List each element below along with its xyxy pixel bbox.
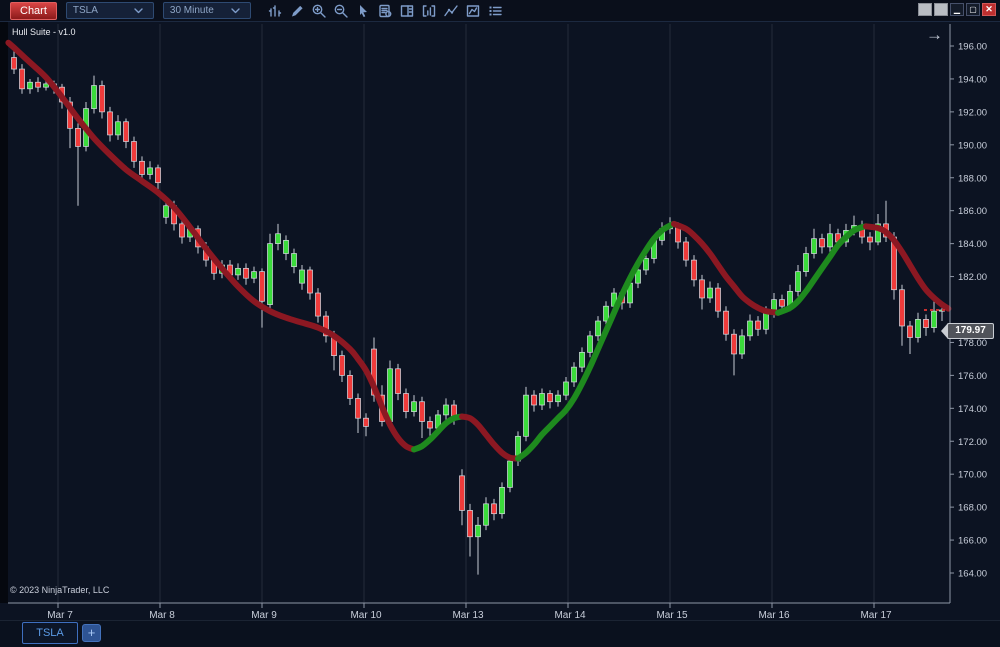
svg-text:178.00: 178.00 xyxy=(958,338,987,349)
svg-text:Mar 9: Mar 9 xyxy=(251,610,277,620)
svg-text:186.00: 186.00 xyxy=(958,206,987,217)
maximize-button[interactable]: ▢ xyxy=(966,3,980,16)
svg-text:172.00: 172.00 xyxy=(958,437,987,448)
chart-panel[interactable]: Mar 7 Mar 8 Mar 9 Mar 10 Mar 13 Mar 14 Mar 15 M… xyxy=(0,22,1000,620)
svg-text:Mar 13: Mar 13 xyxy=(452,610,484,620)
svg-text:190.00: 190.00 xyxy=(958,140,987,151)
chart-svg[interactable]: Mar 7 Mar 8 Mar 9 Mar 10 Mar 13 Mar 14 Mar 15 M… xyxy=(0,22,1000,620)
svg-text:Mar 8: Mar 8 xyxy=(149,610,175,620)
toolbar: Chart TSLA 30 Minute xyxy=(0,0,1000,22)
draw-pencil-icon[interactable] xyxy=(289,2,306,19)
interval-dropdown[interactable]: 30 Minute xyxy=(163,2,251,19)
zoom-in-icon[interactable] xyxy=(311,2,328,19)
svg-text:196.00: 196.00 xyxy=(958,42,987,53)
cursor-icon[interactable] xyxy=(355,2,372,19)
toolbar-icons xyxy=(267,2,504,19)
window-blank-button-1[interactable] xyxy=(918,3,932,16)
copyright-text: © 2023 NinjaTrader, LLC xyxy=(10,585,109,595)
window-blank-button-2[interactable] xyxy=(934,3,948,16)
last-price-tag: 179.97 xyxy=(941,323,994,339)
svg-text:Mar 17: Mar 17 xyxy=(860,610,892,620)
chevron-down-icon xyxy=(130,2,147,19)
go-to-latest-arrow-icon[interactable]: → xyxy=(926,26,943,44)
svg-text:168.00: 168.00 xyxy=(958,503,987,514)
tab-tsla[interactable]: TSLA xyxy=(22,622,78,644)
svg-text:164.00: 164.00 xyxy=(958,569,987,580)
symbol-dropdown[interactable]: TSLA xyxy=(66,2,154,19)
indicator-label: Hull Suite - v1.0 xyxy=(12,27,76,37)
chart-window: Chart TSLA 30 Minute xyxy=(0,0,1000,647)
chevron-down-icon xyxy=(227,2,244,19)
bottom-tab-bar: TSLA + xyxy=(0,620,1000,647)
svg-text:182.00: 182.00 xyxy=(958,272,987,283)
svg-text:170.00: 170.00 xyxy=(958,470,987,481)
svg-text:174.00: 174.00 xyxy=(958,404,987,415)
svg-text:194.00: 194.00 xyxy=(958,74,987,85)
indicator-zigzag-icon[interactable] xyxy=(443,2,460,19)
strategy-chart-icon[interactable] xyxy=(465,2,482,19)
svg-text:166.00: 166.00 xyxy=(958,536,987,547)
add-tab-button[interactable]: + xyxy=(82,624,101,642)
chart-trader-icon[interactable] xyxy=(399,2,416,19)
window-controls: ▁ ▢ ✕ xyxy=(918,3,996,16)
svg-text:176.00: 176.00 xyxy=(958,371,987,382)
properties-list-icon[interactable] xyxy=(487,2,504,19)
price-tag-value: 179.97 xyxy=(947,323,994,339)
svg-text:184.00: 184.00 xyxy=(958,239,987,250)
minimize-button[interactable]: ▁ xyxy=(950,3,964,16)
bar-type-icon[interactable] xyxy=(421,2,438,19)
svg-text:188.00: 188.00 xyxy=(958,173,987,184)
svg-text:Mar 7: Mar 7 xyxy=(47,610,73,620)
svg-text:Mar 14: Mar 14 xyxy=(554,610,586,620)
interval-value: 30 Minute xyxy=(170,5,214,16)
symbol-value: TSLA xyxy=(73,5,98,16)
svg-text:192.00: 192.00 xyxy=(958,107,987,118)
zoom-out-icon[interactable] xyxy=(333,2,350,19)
chart-tab[interactable]: Chart xyxy=(10,2,57,20)
price-bars-icon[interactable] xyxy=(267,2,284,19)
svg-text:Mar 16: Mar 16 xyxy=(758,610,790,620)
svg-text:Mar 15: Mar 15 xyxy=(656,610,688,620)
report-icon[interactable] xyxy=(377,2,394,19)
close-button[interactable]: ✕ xyxy=(982,3,996,16)
svg-text:Mar 10: Mar 10 xyxy=(350,610,382,620)
